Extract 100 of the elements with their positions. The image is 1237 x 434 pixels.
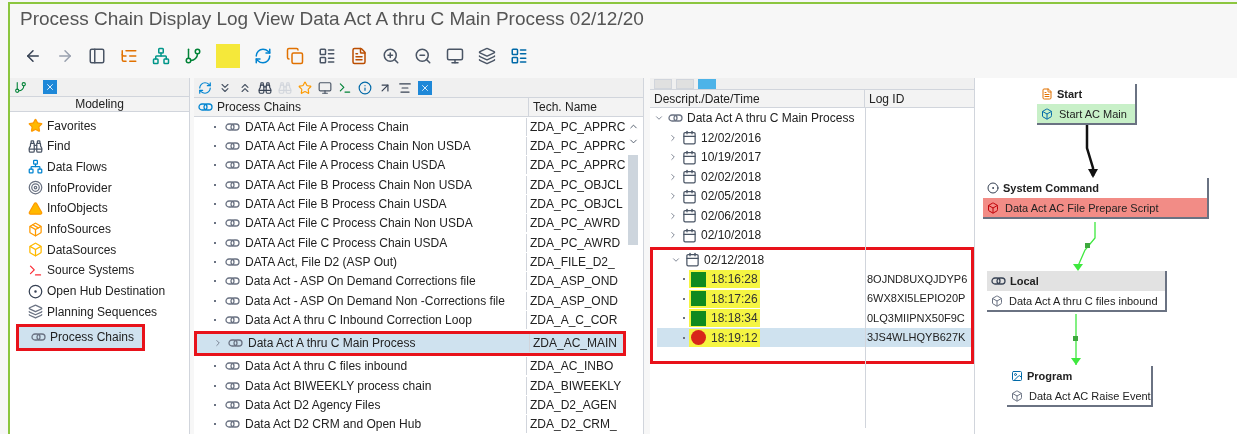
chain-name: Data Act - ASP On Demand Corrections file — [245, 273, 476, 291]
tech-name: ZDA_D2_CRM_ — [526, 415, 617, 434]
tree-item[interactable]: Source Systems — [16, 260, 189, 281]
chain-link-icon — [31, 333, 46, 342]
chain-link-icon — [225, 381, 240, 390]
zoom-in-icon — [382, 46, 400, 65]
process-node[interactable]: Local Data Act A thru C files inbound — [987, 271, 1167, 313]
table-row[interactable]: DATA Act File C Process Chain Non USDA ZDA_PC_AWRD — [194, 213, 626, 234]
log-time: 18:19:12 — [711, 329, 758, 347]
table-row[interactable]: DATA Act File A Process Chain USDA ZDA_PC_APPRC — [194, 155, 626, 176]
star-icon — [28, 118, 43, 134]
chain-link-icon — [225, 180, 240, 189]
chain-name: Data Act - ASP On Demand Non -Corrections file — [245, 292, 505, 310]
tree-item[interactable]: Process Chains — [19, 327, 143, 348]
calendar-icon — [682, 188, 697, 204]
tree-item[interactable]: 02/02/2018 — [654, 166, 974, 187]
cube-icon — [991, 294, 1003, 307]
table-row[interactable]: Data Act A thru C Inbound Correction Loop ZDA_A_C_COR — [194, 310, 626, 330]
tree-item[interactable]: InfoSources — [16, 218, 189, 240]
tree-item[interactable]: Data Flows — [16, 156, 189, 178]
log-row[interactable]: 18:18:34 0LQ3MIIPNX50F9C — [657, 308, 971, 328]
tree-item[interactable]: 02/10/2018 — [654, 225, 974, 245]
table-row[interactable]: Data Act - ASP On Demand Corrections file ZDA_ASP_OND — [194, 271, 626, 291]
table-row[interactable]: DATA Act File B Process Chain Non USDA ZDA_PC_OBJCL — [194, 175, 626, 195]
tree-item[interactable]: 10/19/2017 — [654, 147, 974, 167]
table-row[interactable]: Data Act D2 Agency Files ZDA_D2_AGEN — [194, 395, 626, 415]
table-row[interactable]: DATA Act, File D2 (ASP Out) ZDA_FILE_D2_ — [194, 252, 626, 272]
chain-name: DATA Act File A Process Chain — [245, 118, 409, 136]
tech-name: ZDA_PC_AWRD — [526, 214, 621, 233]
table-row[interactable]: Data Act A thru C files inbound ZDA_AC_INBO — [194, 356, 626, 377]
tree-item[interactable]: 12/02/2016 — [654, 127, 974, 148]
chain-link-icon — [225, 142, 240, 151]
chain-name: Data Act A thru C Main Process — [248, 335, 416, 353]
align-icon — [398, 80, 412, 95]
log-row[interactable]: 18:16:28 8OJND8UXQJDYP6 — [657, 269, 971, 289]
tech-name: ZDA_PC_APPRC — [526, 137, 626, 156]
log-time: 18:18:34 — [711, 310, 758, 327]
tech-name: ZDA_ASP_OND — [526, 272, 619, 291]
calendar-icon — [685, 252, 700, 267]
close-icon[interactable] — [418, 80, 432, 95]
column-header: Process Chains — [194, 98, 529, 117]
target-icon — [28, 283, 43, 299]
chain-name: DATA Act File A Process Chain Non USDA — [245, 138, 471, 156]
star-icon — [298, 80, 312, 95]
process-node[interactable]: System Command Data Act AC File Prepare Script — [983, 178, 1209, 220]
tree-item[interactable]: DataSources — [16, 239, 189, 261]
column-header: Descript./Date/Time — [650, 90, 865, 108]
chain-link-icon — [225, 362, 240, 371]
log-id: 8OJND8UXQJDYP6 — [866, 271, 968, 287]
tech-name: ZDA_PC_OBJCL — [526, 195, 623, 214]
tree-item[interactable]: Planning Sequences — [16, 301, 189, 323]
process-node[interactable]: Program Data Act AC Raise Event — [1007, 366, 1153, 408]
tree-item[interactable]: Favorites — [16, 115, 189, 136]
tree-item[interactable]: 02/12/2018 — [657, 249, 971, 270]
cube-icon — [987, 201, 999, 214]
node-label: Data Act AC Raise Event — [1029, 388, 1151, 404]
close-icon[interactable] — [43, 80, 57, 95]
branch-icon — [184, 46, 202, 65]
chain-name: DATA Act File B Process Chain USDA — [245, 196, 447, 214]
cube-icon — [1041, 107, 1053, 120]
tree-item[interactable]: 02/06/2018 — [654, 205, 974, 226]
table-row[interactable]: Data Act BIWEEKLY process chain ZDA_BIWEEKLY — [194, 376, 626, 396]
table-row[interactable]: Data Act A thru C Main Process ZDA_AC_MAIN — [197, 333, 623, 353]
cube-icon — [1011, 389, 1023, 402]
chain-link-icon — [668, 114, 683, 122]
table-row[interactable]: DATA Act File A Process Chain ZDA_PC_APPRC — [194, 117, 626, 137]
chain-link-icon — [225, 161, 240, 170]
scrollbar-thumb[interactable] — [628, 155, 638, 246]
table-row[interactable]: Data Act D2 CRM and Open Hub ZDA_D2_CRM_ — [194, 414, 626, 434]
log-id: 3JS4WLHQYB627K — [866, 330, 966, 346]
tree-icon — [14, 80, 27, 94]
log-row[interactable]: 18:17:26 6WX8XI5LEPIO20P — [657, 288, 971, 309]
process-node[interactable]: Start Start AC Main — [1037, 84, 1137, 126]
tree-item[interactable]: Find — [16, 135, 189, 157]
tree-item[interactable]: Open Hub Destination — [16, 280, 189, 302]
tree-item[interactable]: Data Act A thru C Main Process — [654, 108, 974, 128]
node-type: Start — [1057, 87, 1083, 102]
tree-item[interactable]: InfoObjects — [16, 198, 189, 219]
chain-name: Data Act D2 CRM and Open Hub — [245, 416, 422, 434]
log-id: 0LQ3MIIPNX50F9C — [866, 310, 965, 326]
log-row[interactable]: 18:19:12 3JS4WLHQYB627K — [657, 327, 971, 348]
zoom-out-icon — [414, 46, 432, 65]
calendar-icon — [682, 169, 697, 184]
chain-name: DATA Act File C Process Chain Non USDA — [245, 215, 473, 233]
table-row[interactable]: DATA Act File C Process Chain USDA ZDA_PC_AWRD — [194, 233, 626, 253]
chain-link-icon — [228, 339, 243, 348]
table-row[interactable]: DATA Act File A Process Chain Non USDA ZDA_PC_APPRC — [194, 136, 626, 156]
tech-name: ZDA_ASP_OND — [526, 291, 619, 310]
tree-item[interactable]: InfoProvider — [16, 177, 189, 198]
chain-name: DATA Act File C Process Chain USDA — [245, 234, 448, 252]
table-row[interactable]: Data Act - ASP On Demand Non -Corrections file ZDA_ASP_OND — [194, 290, 626, 311]
node-type: Local — [1010, 274, 1039, 289]
tech-name: ZDA_AC_INBO — [526, 357, 614, 376]
tech-name: ZDA_AC_MAIN — [529, 334, 618, 353]
calendar-icon — [682, 130, 697, 145]
tech-name: ZDA_PC_APPRC — [526, 117, 626, 136]
table-row[interactable]: DATA Act File B Process Chain USDA ZDA_PC_OBJCL — [194, 194, 626, 214]
chain-name: DATA Act, File D2 (ASP Out) — [245, 253, 398, 271]
triangle-icon — [28, 200, 43, 216]
tree-item[interactable]: 02/05/2018 — [654, 186, 974, 206]
